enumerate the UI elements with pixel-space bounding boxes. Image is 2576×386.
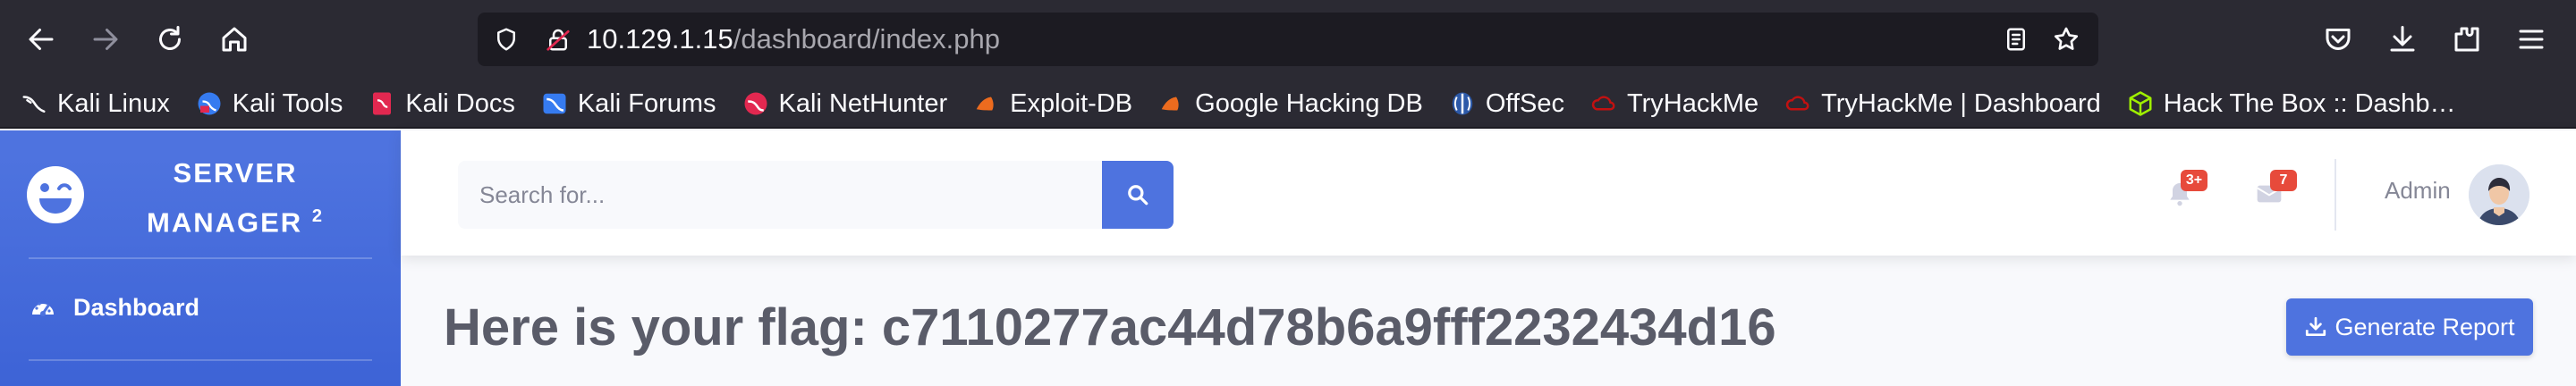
generate-report-label: Generate Report (2334, 313, 2515, 340)
url-host: 10.129.1.15 (587, 23, 733, 55)
kali-forums-icon (540, 89, 569, 118)
kali-tools-icon (195, 89, 224, 118)
bookmark-label: Kali Forums (577, 88, 716, 118)
url-bar[interactable]: 10.129.1.15/dashboard/index.php (478, 13, 2098, 66)
brand-superscript: 2 (311, 206, 324, 226)
tachometer-icon (32, 302, 54, 316)
lock-icon[interactable] (540, 21, 576, 57)
bookmark-offsec[interactable]: OffSec (1448, 79, 1564, 129)
sidebar-item-dashboard[interactable]: Dashboard (29, 290, 199, 325)
alerts-count-badge: 3+ (2181, 170, 2207, 191)
user-name[interactable]: Admin (2385, 177, 2451, 205)
bookmarks-bar: Kali Linux Kali Tools Kali Docs Kali For… (0, 79, 2576, 129)
search-icon (1128, 185, 1148, 206)
offsec-icon (1448, 89, 1477, 118)
kali-docs-icon (368, 89, 396, 118)
bookmark-exploit-db[interactable]: Exploit-DB (972, 79, 1132, 129)
bookmark-label: TryHackMe | Dashboard (1821, 88, 2101, 118)
download-icon (2306, 316, 2326, 337)
sidebar-divider (29, 257, 372, 259)
shield-icon[interactable] (488, 21, 524, 57)
browser-toolbar: 10.129.1.15/dashboard/index.php (0, 0, 2576, 79)
brand-text: SERVER MANAGER 2 (106, 152, 365, 244)
sidebar: SERVER MANAGER 2 Dashboard (0, 130, 401, 386)
sidebar-brand[interactable]: SERVER MANAGER 2 (0, 130, 401, 256)
topbar-divider (2334, 159, 2336, 231)
messages-button[interactable]: 7 (2238, 163, 2301, 225)
bookmark-kali-tools[interactable]: Kali Tools (195, 79, 343, 129)
brand-line-1: SERVER (173, 157, 298, 189)
bookmark-tryhackme[interactable]: TryHackMe (1589, 79, 1758, 129)
search-input[interactable] (458, 161, 1106, 229)
bookmark-label: Google Hacking DB (1195, 88, 1423, 118)
back-icon[interactable] (16, 14, 66, 64)
avatar[interactable] (2469, 164, 2529, 225)
brand-line-2: MANAGER (147, 206, 303, 239)
bookmark-label: Kali NetHunter (778, 88, 948, 118)
sidebar-divider (29, 359, 372, 361)
page-title: Here is your flag: c7110277ac44d78b6a9ff… (444, 298, 1776, 357)
tryhackme-icon (1589, 89, 1618, 118)
laugh-wink-icon (27, 166, 84, 223)
bookmark-tryhackme-dashboard[interactable]: TryHackMe | Dashboard (1784, 79, 2101, 129)
nethunter-icon (741, 89, 770, 118)
url-path: /dashboard/index.php (733, 23, 1000, 55)
url-text[interactable]: 10.129.1.15/dashboard/index.php (587, 13, 1000, 66)
user-avatar-icon (2469, 164, 2529, 225)
bookmark-kali-forums[interactable]: Kali Forums (540, 79, 716, 129)
bookmark-label: OffSec (1485, 88, 1564, 118)
download-icon[interactable] (2377, 14, 2428, 64)
star-icon[interactable] (2048, 21, 2084, 57)
bookmark-hack-the-box[interactable]: Hack The Box :: Dashb… (2126, 79, 2456, 129)
sidebar-item-label: Dashboard (73, 293, 200, 321)
bookmark-kali-linux[interactable]: Kali Linux (20, 79, 170, 129)
bookmark-label: Exploit-DB (1010, 88, 1133, 118)
bookmark-google-hacking-db[interactable]: Google Hacking DB (1157, 79, 1423, 129)
alerts-button[interactable]: 3+ (2148, 163, 2211, 225)
hackthebox-icon (2126, 89, 2155, 118)
tryhackme-icon (1784, 89, 1812, 118)
menu-icon[interactable] (2506, 14, 2556, 64)
bookmark-label: Kali Docs (405, 88, 515, 118)
extensions-icon[interactable] (2442, 14, 2492, 64)
kali-icon (20, 89, 48, 118)
bookmark-label: Kali Tools (232, 88, 343, 118)
generate-report-button[interactable]: Generate Report (2286, 298, 2533, 356)
bookmark-label: TryHackMe (1626, 88, 1759, 118)
bookmark-kali-nethunter[interactable]: Kali NetHunter (741, 79, 948, 129)
forward-icon[interactable] (80, 14, 131, 64)
bookmark-label: Hack The Box :: Dashb… (2163, 88, 2456, 118)
topbar: 3+ 7 Admin (401, 130, 2576, 256)
search-button[interactable] (1102, 161, 1174, 229)
reload-icon[interactable] (145, 14, 195, 64)
pocket-icon[interactable] (2313, 14, 2363, 64)
bookmark-label: Kali Linux (57, 88, 170, 118)
home-icon[interactable] (209, 14, 259, 64)
bookmark-kali-docs[interactable]: Kali Docs (368, 79, 515, 129)
exploit-db-icon (972, 89, 1001, 118)
messages-count-badge: 7 (2270, 170, 2297, 191)
ghdb-icon (1157, 89, 1186, 118)
reader-icon[interactable] (1998, 21, 2034, 57)
